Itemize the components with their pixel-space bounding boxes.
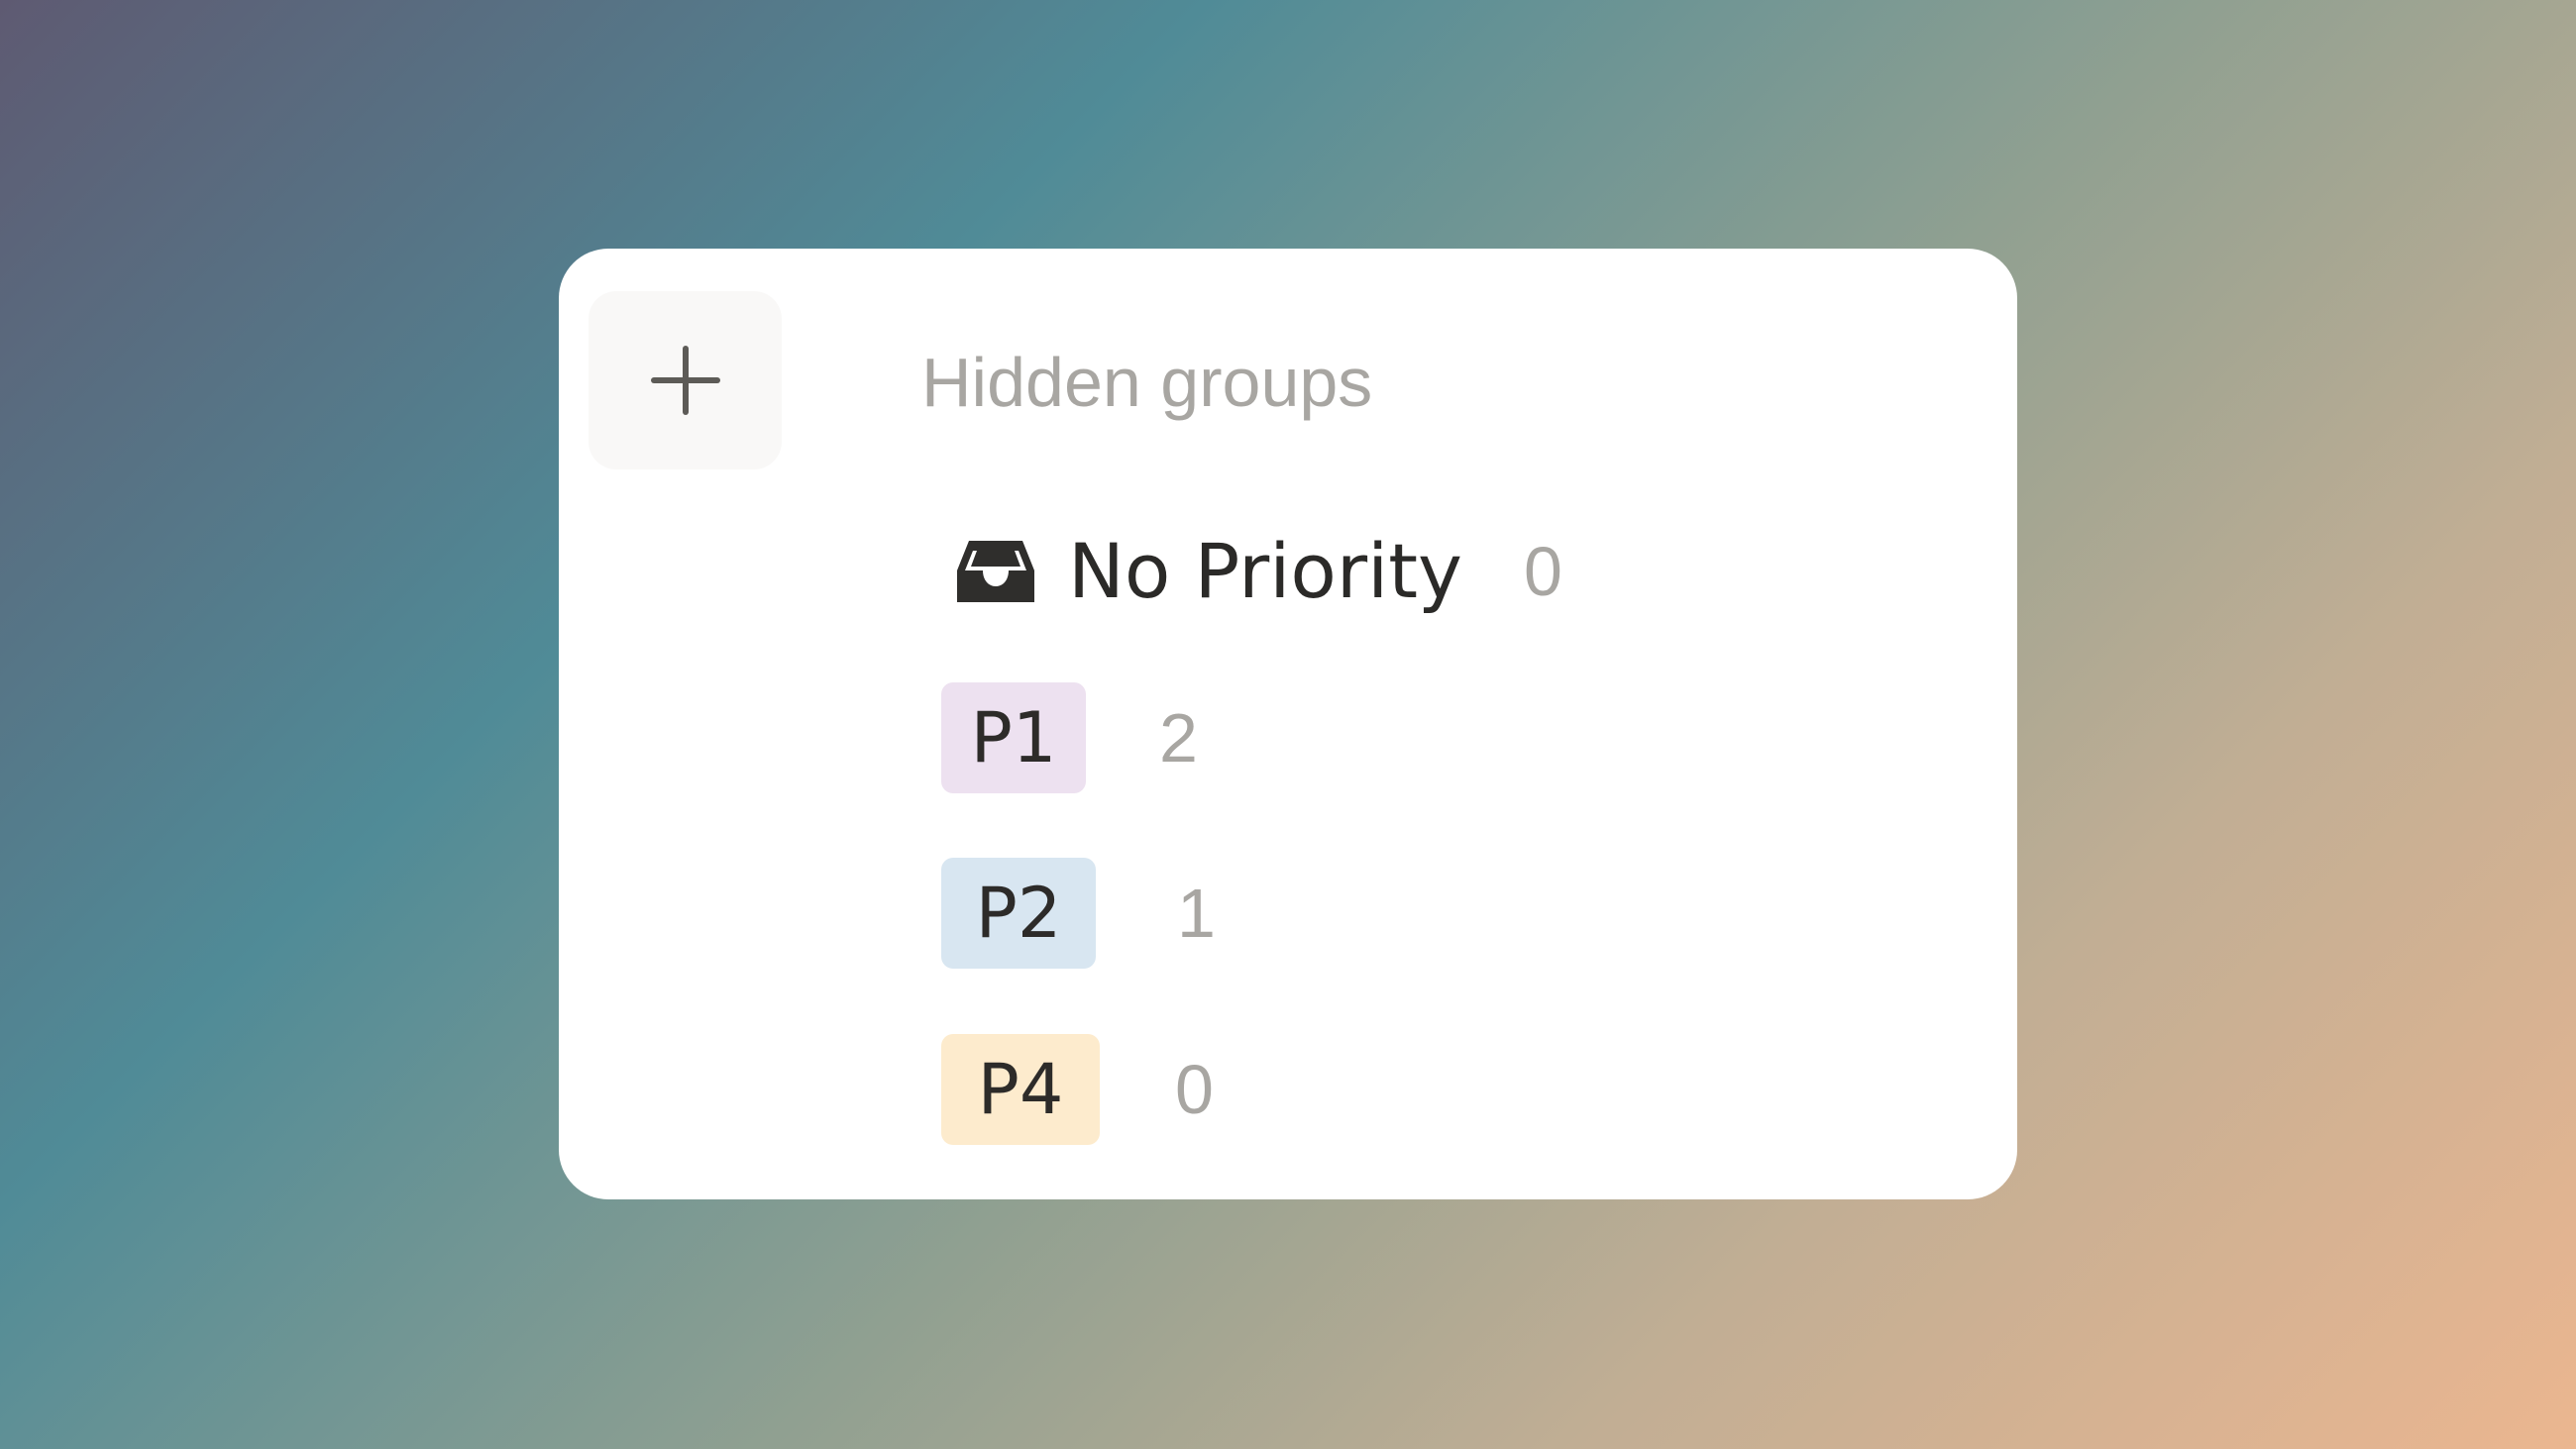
group-count: 2 bbox=[1159, 699, 1198, 776]
group-row-no-priority[interactable]: No Priority 0 bbox=[955, 522, 1562, 621]
priority-badge-p2: P2 bbox=[941, 858, 1096, 969]
group-row-p4[interactable]: P4 0 bbox=[941, 1034, 1214, 1145]
group-label: No Priority bbox=[1068, 527, 1462, 615]
group-row-p1[interactable]: P1 2 bbox=[941, 682, 1198, 793]
add-group-button[interactable] bbox=[589, 291, 782, 469]
group-count: 0 bbox=[1175, 1051, 1214, 1128]
priority-badge-p1: P1 bbox=[941, 682, 1086, 793]
priority-badge-p4: P4 bbox=[941, 1034, 1100, 1145]
group-count: 1 bbox=[1177, 875, 1216, 952]
inbox-icon bbox=[955, 531, 1036, 612]
hidden-groups-panel: Hidden groups No Priority 0 P1 2 P2 1 P4… bbox=[559, 249, 2017, 1199]
group-count: 0 bbox=[1524, 533, 1562, 610]
group-row-p2[interactable]: P2 1 bbox=[941, 858, 1216, 969]
section-title: Hidden groups bbox=[921, 344, 1373, 421]
plus-icon bbox=[646, 341, 725, 420]
